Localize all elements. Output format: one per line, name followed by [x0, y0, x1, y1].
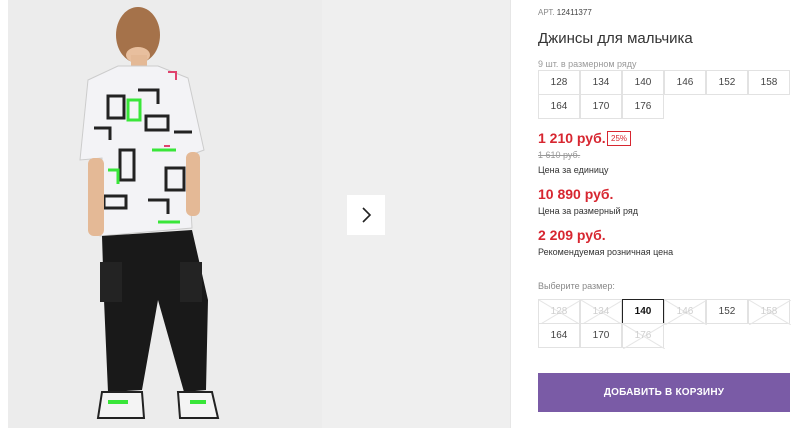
size-range-cell: 158	[748, 70, 790, 95]
product-photo	[8, 0, 322, 428]
range-price: 10 890 руб.	[538, 186, 614, 202]
retail-price-note: Рекомендуемая розничная цена	[538, 247, 674, 257]
old-price: 1 610 руб.	[538, 150, 581, 160]
unit-price-note: Цена за единицу	[538, 165, 609, 175]
boy-illustration	[8, 0, 322, 428]
discount-badge: 25%	[607, 131, 632, 146]
size-option[interactable]: 170	[580, 323, 622, 348]
size-range-cell: 170	[580, 94, 622, 119]
retail-price: 2 209 руб.	[538, 227, 606, 243]
range-price-note: Цена за размерный ряд	[538, 206, 639, 216]
gallery-next-button[interactable]	[347, 195, 385, 235]
size-range-cell: 152	[706, 70, 748, 95]
size-range-count: 9 шт. в размерном ряду	[538, 59, 637, 69]
page-title: Джинсы для мальчика	[538, 30, 693, 47]
size-option[interactable]: 152	[706, 299, 748, 324]
size-option: 134	[580, 299, 623, 325]
size-select-label: Выберите размер:	[538, 281, 615, 291]
divider	[510, 0, 511, 428]
chevron-right-icon	[362, 207, 372, 223]
size-option: 176	[622, 323, 665, 349]
size-option-selected[interactable]: 140	[622, 299, 664, 324]
size-range-cell: 176	[622, 94, 664, 119]
size-option: 146	[664, 299, 707, 325]
size-option[interactable]: 164	[538, 323, 580, 348]
size-range-cell: 128	[538, 70, 580, 95]
size-range-cell: 140	[622, 70, 664, 95]
size-range-cell: 146	[664, 70, 706, 95]
article-number: АРТ. 12411377	[538, 8, 592, 17]
size-range-cell: 134	[580, 70, 622, 95]
size-option: 158	[748, 299, 791, 325]
add-to-cart-button[interactable]: ДОБАВИТЬ В КОРЗИНУ	[538, 373, 790, 412]
unit-price: 1 210 руб.	[538, 130, 606, 146]
size-range-cell: 164	[538, 94, 580, 119]
size-option: 128	[538, 299, 581, 325]
